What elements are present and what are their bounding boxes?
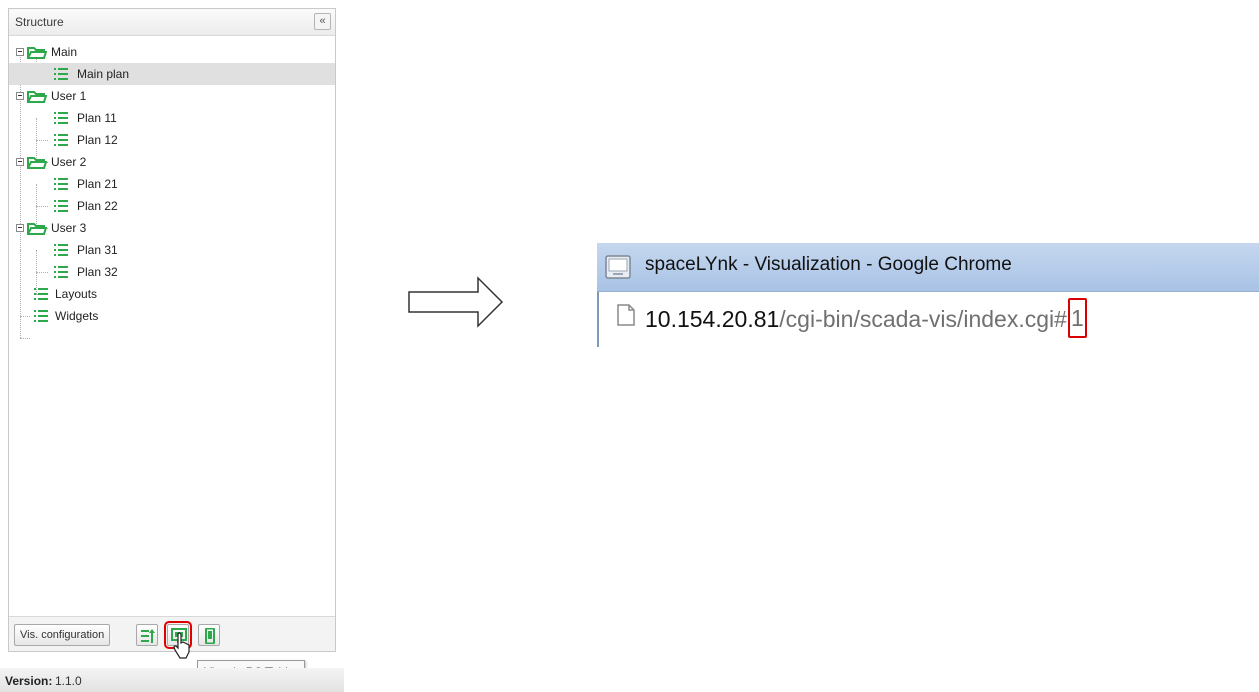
tree-item-plan-22[interactable]: Plan 22 — [9, 195, 335, 217]
tree-group-user-3[interactable]: User 3 — [9, 217, 335, 239]
list-icon — [54, 266, 68, 278]
version-bar: Version: 1.1.0 — [0, 668, 344, 692]
tree-item-layouts[interactable]: Layouts — [9, 283, 335, 305]
view-mobile-icon — [205, 628, 215, 644]
tree-label: User 3 — [51, 221, 87, 235]
right-arrow-icon — [408, 276, 504, 328]
list-icon — [34, 288, 48, 300]
list-icon — [54, 134, 68, 146]
list-icon — [54, 244, 68, 256]
folder-icon — [27, 91, 47, 103]
structure-tree: Main Main plan User 1 Plan 11 Plan 12 Us… — [9, 36, 335, 596]
tree-label: Plan 21 — [77, 177, 118, 191]
list-icon — [54, 68, 68, 80]
tree-item-plan-31[interactable]: Plan 31 — [9, 239, 335, 261]
tree-label: Plan 32 — [77, 265, 118, 279]
tree-label: Main — [51, 45, 78, 59]
tree-group-user-1[interactable]: User 1 — [9, 85, 335, 107]
tree-label: User 2 — [51, 155, 87, 169]
url-hash: # — [1054, 306, 1067, 332]
vis-configuration-button[interactable]: Vis. configuration — [14, 624, 111, 646]
tree-group-main[interactable]: Main — [9, 41, 335, 63]
version-label: Version: — [5, 674, 53, 688]
view-mobile-button[interactable] — [198, 624, 220, 646]
collapse-panel-button[interactable]: « — [314, 13, 331, 30]
tree-label: Plan 11 — [77, 111, 117, 125]
list-icon — [54, 200, 68, 212]
mouse-cursor-icon — [173, 632, 190, 659]
app-window-icon — [605, 255, 631, 279]
panel-header: Structure « — [9, 9, 335, 36]
folder-icon — [27, 157, 47, 169]
tree-item-plan-21[interactable]: Plan 21 — [9, 173, 335, 195]
folder-icon — [27, 223, 47, 235]
folder-icon — [27, 47, 47, 59]
structure-panel: Structure « Main Main plan User 1 Plan 1… — [8, 8, 336, 652]
url-plan-id-highlight: 1 — [1067, 298, 1087, 338]
list-icon — [34, 310, 48, 322]
list-icon — [54, 178, 68, 190]
tree-label: Widgets — [55, 309, 99, 323]
page-icon — [617, 304, 635, 326]
collapse-toggle-icon[interactable] — [16, 158, 24, 166]
browser-title-bar: spaceLYnk - Visualization - Google Chrom… — [597, 243, 1259, 291]
list-icon — [54, 112, 68, 124]
browser-window-snippet: spaceLYnk - Visualization - Google Chrom… — [597, 243, 1259, 347]
tree-label: User 1 — [51, 89, 87, 103]
collapse-toggle-icon[interactable] — [16, 92, 24, 100]
address-bar[interactable]: 10.154.20.81/cgi-bin/scada-vis/index.cgi… — [597, 291, 1259, 347]
tree-item-plan-12[interactable]: Plan 12 — [9, 129, 335, 151]
tree-label: Plan 22 — [77, 199, 118, 213]
url-text[interactable]: 10.154.20.81/cgi-bin/scada-vis/index.cgi… — [645, 298, 1087, 339]
sort-button[interactable] — [136, 624, 158, 646]
tree-item-main-plan[interactable]: Main plan — [9, 63, 335, 85]
tree-group-user-2[interactable]: User 2 — [9, 151, 335, 173]
tree-label: Layouts — [55, 287, 98, 301]
url-path: /cgi-bin/scada-vis/index.cgi — [779, 306, 1055, 332]
panel-title: Structure — [15, 15, 64, 29]
tree-label: Main plan — [77, 67, 130, 81]
url-host: 10.154.20.81 — [645, 306, 780, 332]
tree-item-plan-32[interactable]: Plan 32 — [9, 261, 335, 283]
collapse-toggle-icon[interactable] — [16, 48, 24, 56]
collapse-toggle-icon[interactable] — [16, 224, 24, 232]
tree-item-widgets[interactable]: Widgets — [9, 305, 335, 327]
tree-label: Plan 31 — [77, 243, 118, 257]
sort-icon — [141, 629, 155, 643]
tree-item-plan-11[interactable]: Plan 11 — [9, 107, 335, 129]
window-title: spaceLYnk - Visualization - Google Chrom… — [645, 254, 1012, 275]
tree-label: Plan 12 — [77, 133, 118, 147]
version-value: 1.1.0 — [55, 674, 82, 688]
